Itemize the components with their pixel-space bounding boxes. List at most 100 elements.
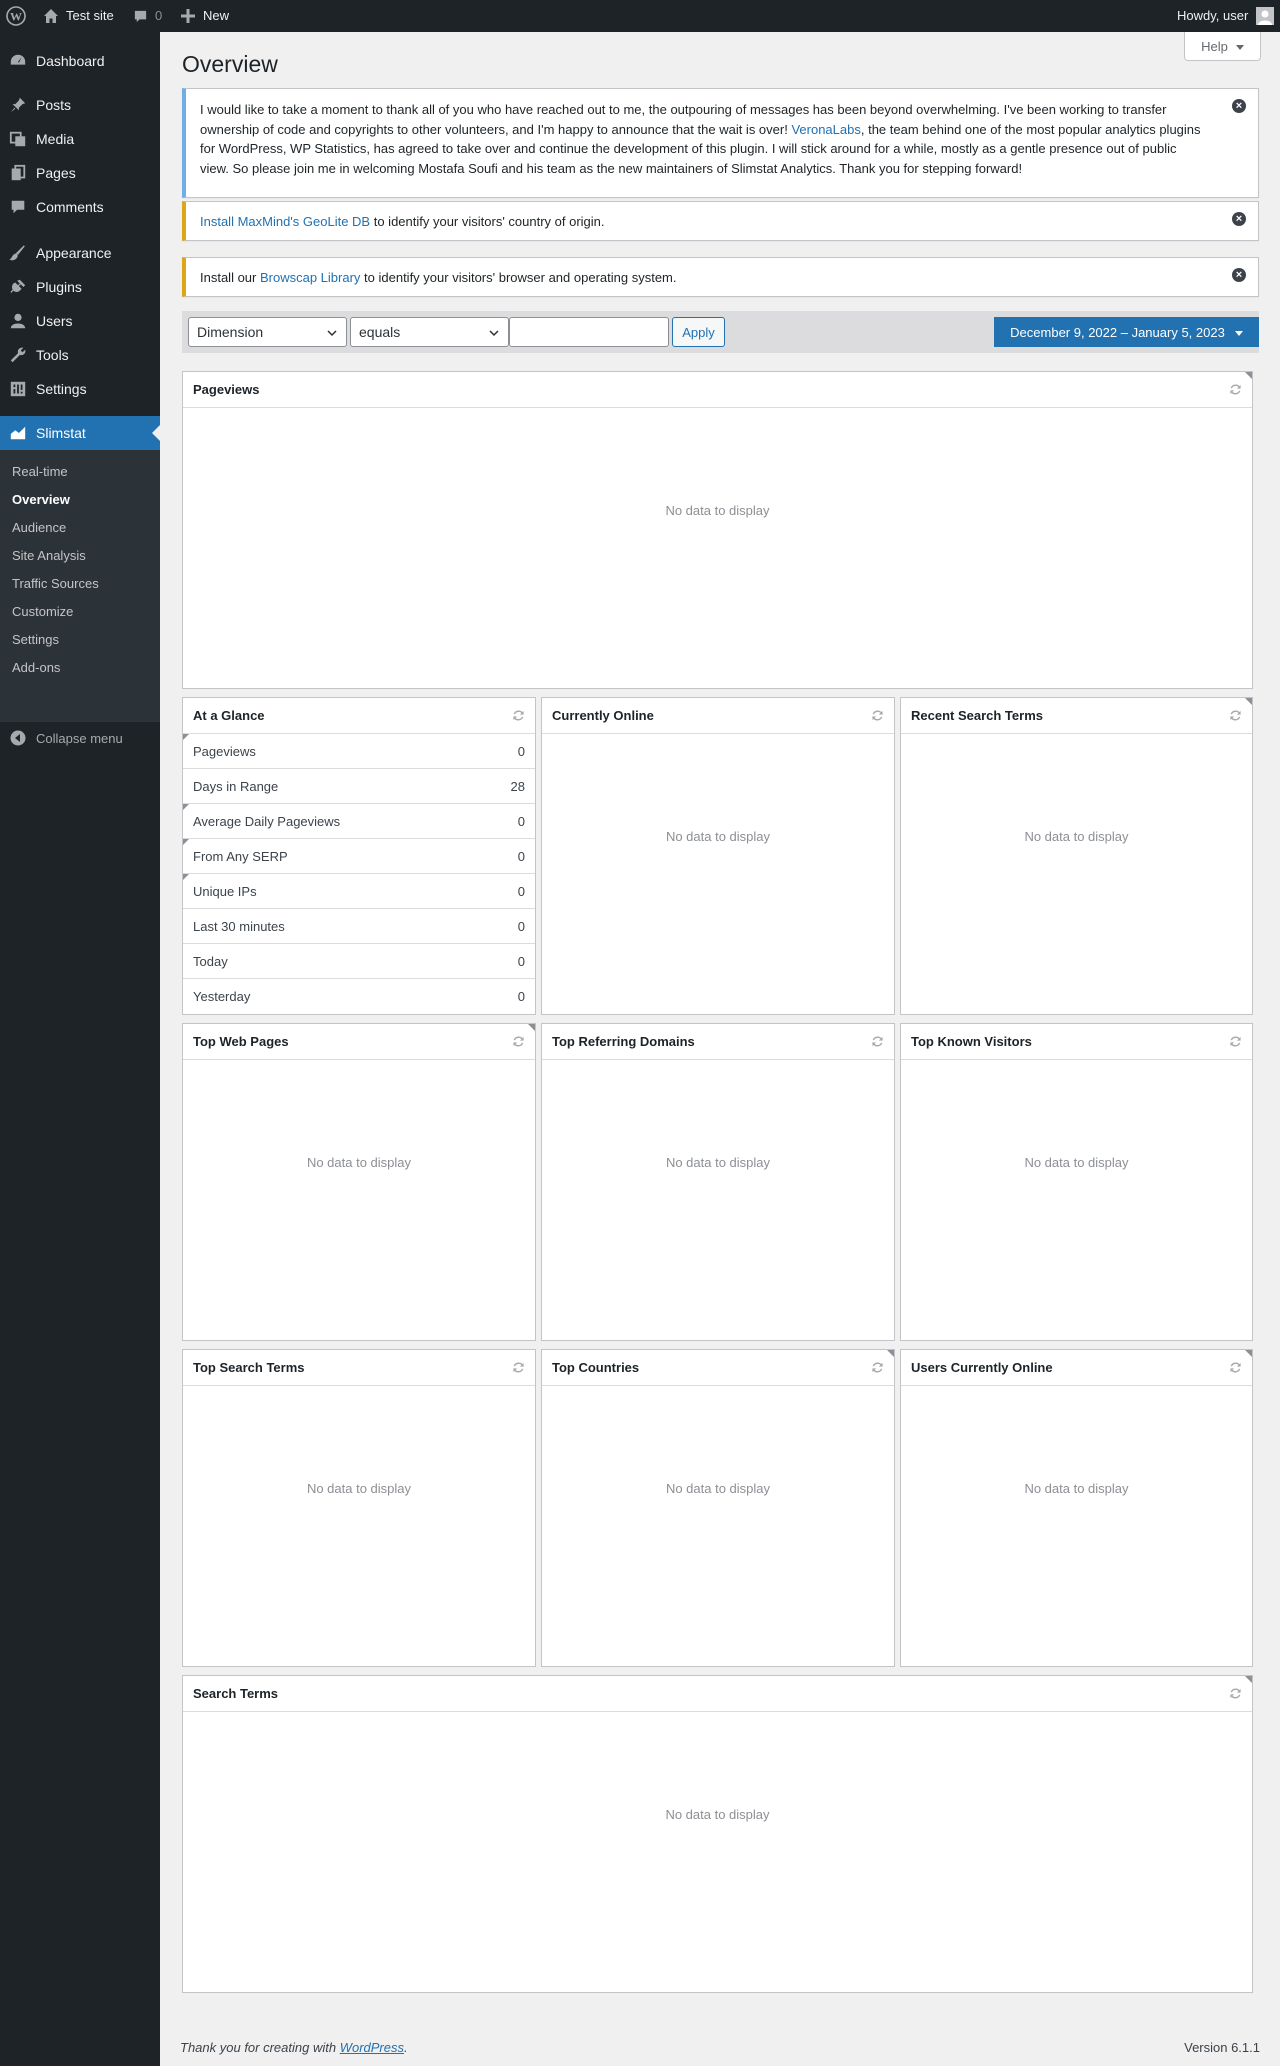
- page-title: Overview: [182, 51, 278, 77]
- menu-item-media[interactable]: Media: [0, 122, 160, 156]
- no-data-message: No data to display: [306, 1481, 412, 1496]
- menu-item-label: Dashboard: [36, 53, 105, 69]
- menu-item-posts[interactable]: Posts: [0, 88, 160, 122]
- avatar: [1256, 7, 1275, 25]
- collapse-menu-button[interactable]: Collapse menu: [0, 720, 160, 756]
- report-top-countries: Top Countries No data to display: [541, 1349, 895, 1667]
- plugin-icon: [0, 278, 36, 296]
- menu-item-label: Pages: [36, 165, 76, 181]
- menu-item-comments[interactable]: Comments: [0, 190, 160, 224]
- menu-item-users[interactable]: Users: [0, 304, 160, 338]
- wordpress-link[interactable]: WordPress: [340, 2040, 404, 2055]
- browscap-install-link[interactable]: Browscap Library: [260, 270, 360, 285]
- veronalabs-link[interactable]: VeronaLabs: [791, 122, 860, 137]
- glance-label: Last 30 minutes: [193, 918, 285, 934]
- site-name-link[interactable]: Test site: [43, 0, 114, 32]
- no-data-message: No data to display: [665, 503, 770, 518]
- refresh-icon[interactable]: [871, 709, 884, 725]
- site-name: Test site: [66, 8, 114, 23]
- dismiss-icon[interactable]: ×: [1232, 268, 1246, 282]
- geolite-text: Install MaxMind's GeoLite DB to identify…: [200, 214, 605, 229]
- dimension-select[interactable]: Dimension: [188, 317, 347, 347]
- report-title: Top Referring Domains: [552, 1034, 695, 1049]
- glance-label: Average Daily Pageviews: [193, 813, 341, 829]
- dismiss-icon[interactable]: ×: [1232, 99, 1246, 113]
- refresh-icon[interactable]: [1229, 383, 1242, 399]
- refresh-icon[interactable]: [871, 1035, 884, 1051]
- operator-select[interactable]: equals: [350, 317, 509, 347]
- submenu-item-audience[interactable]: Audience: [12, 520, 66, 535]
- row-marker: [183, 874, 189, 880]
- submenu-item-customize[interactable]: Customize: [12, 604, 73, 619]
- submenu-item-overview[interactable]: Overview: [12, 492, 70, 507]
- row-marker: [183, 839, 189, 845]
- svg-text:W: W: [10, 10, 22, 24]
- report-header: Top Referring Domains: [542, 1024, 894, 1060]
- menu-item-plugins[interactable]: Plugins: [0, 270, 160, 304]
- corner-marker: [1245, 372, 1252, 379]
- dashboard-icon: [0, 52, 36, 70]
- glance-label: Pageviews: [193, 743, 256, 759]
- users-icon: [0, 312, 36, 330]
- refresh-icon[interactable]: [1229, 1035, 1242, 1051]
- menu-item-pages[interactable]: Pages: [0, 156, 160, 190]
- submenu-item-settings[interactable]: Settings: [12, 632, 59, 647]
- menu-item-appearance[interactable]: Appearance: [0, 236, 160, 270]
- submenu-item-real-time[interactable]: Real-time: [12, 464, 68, 479]
- submenu-item-traffic-sources[interactable]: Traffic Sources: [12, 576, 99, 591]
- wordpress-logo-icon[interactable]: W: [6, 0, 26, 32]
- refresh-icon[interactable]: [512, 709, 525, 725]
- apply-button[interactable]: Apply: [672, 317, 725, 347]
- menu-item-label: Media: [36, 131, 75, 147]
- new-content-link[interactable]: New: [181, 0, 229, 32]
- glance-value: 0: [517, 989, 525, 1004]
- pages-icon: [0, 164, 36, 182]
- no-data-message: No data to display: [665, 1155, 771, 1170]
- report-header: Top Web Pages: [183, 1024, 535, 1060]
- glance-value: 0: [517, 883, 525, 899]
- menu-item-settings[interactable]: Settings: [0, 372, 160, 406]
- menu-item-dashboard[interactable]: Dashboard: [0, 44, 160, 78]
- report-top-referring-domains: Top Referring Domains No data to display: [541, 1023, 895, 1341]
- report-title: Users Currently Online: [911, 1360, 1053, 1375]
- comments-link[interactable]: 0: [133, 0, 162, 32]
- row-marker: [183, 734, 189, 740]
- report-header: At a Glance: [183, 698, 535, 734]
- glance-row: Average Daily Pageviews 0: [183, 804, 535, 839]
- submenu-item-site-analysis[interactable]: Site Analysis: [12, 548, 86, 563]
- menu-item-slimstat[interactable]: Slimstat: [0, 416, 160, 450]
- row-marker: [183, 804, 189, 810]
- date-range-label: December 9, 2022 – January 5, 2023: [1010, 324, 1225, 340]
- menu-item-tools[interactable]: Tools: [0, 338, 160, 372]
- admin-sidebar: Dashboard Posts Media Pages Comments App…: [0, 32, 160, 2066]
- refresh-icon[interactable]: [1229, 709, 1242, 725]
- refresh-icon[interactable]: [512, 1035, 525, 1051]
- refresh-icon[interactable]: [512, 1361, 525, 1377]
- glance-value: 28: [510, 778, 525, 794]
- report-top-known-visitors: Top Known Visitors No data to display: [900, 1023, 1253, 1341]
- dismiss-icon[interactable]: ×: [1232, 212, 1246, 226]
- filter-value-input[interactable]: [509, 317, 669, 347]
- no-data-message: No data to display: [306, 1155, 412, 1170]
- refresh-icon[interactable]: [871, 1361, 884, 1377]
- corner-marker: [1245, 1350, 1252, 1357]
- report-header: Users Currently Online: [901, 1350, 1252, 1386]
- report-pageviews: Pageviews No data to display: [182, 371, 1253, 689]
- report-currently-online: Currently Online No data to display: [541, 697, 895, 1015]
- refresh-icon[interactable]: [1229, 1361, 1242, 1377]
- glance-row: From Any SERP 0: [183, 839, 535, 874]
- report-search-terms: Search Terms No data to display: [182, 1675, 1253, 1993]
- report-title: Top Known Visitors: [911, 1034, 1032, 1049]
- help-button[interactable]: Help: [1184, 32, 1261, 61]
- report-header: Search Terms: [183, 1676, 1252, 1712]
- submenu-item-add-ons[interactable]: Add-ons: [12, 660, 60, 675]
- glance-row: Yesterday 0: [183, 979, 535, 1014]
- footer-thanks: Thank you for creating with WordPress.: [180, 2040, 408, 2055]
- refresh-icon[interactable]: [1229, 1687, 1242, 1703]
- no-data-message: No data to display: [1024, 1481, 1129, 1496]
- report-top-web-pages: Top Web Pages No data to display: [182, 1023, 536, 1341]
- date-range-button[interactable]: December 9, 2022 – January 5, 2023: [994, 317, 1259, 347]
- geolite-install-link[interactable]: Install MaxMind's GeoLite DB: [200, 214, 370, 229]
- no-data-message: No data to display: [665, 829, 771, 844]
- my-account-link[interactable]: Howdy, user: [1177, 0, 1275, 32]
